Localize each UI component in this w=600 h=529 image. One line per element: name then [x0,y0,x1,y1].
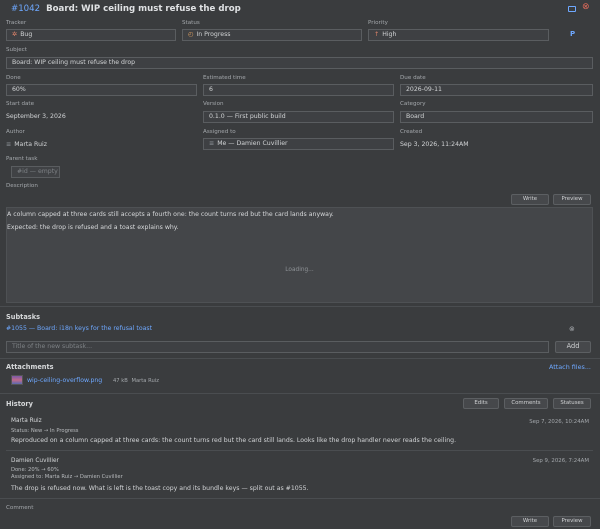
priority-badge[interactable]: P [570,30,575,38]
status-value: In Progress [196,31,231,38]
parent-label: Parent task [6,156,38,162]
history-detail: Assigned to: Marta Ruiz → Damien Cuvilli… [11,474,123,480]
issue-header: #1042 Board: WIP ceiling must refuse the… [11,4,241,14]
history-date: Sep 7, 2026, 10:24AM [529,419,589,425]
history-text: The drop is refused now. What is left is… [11,485,309,492]
subject-input[interactable]: Board: WIP ceiling must refuse the drop [6,57,593,69]
issue-title: Board: WIP ceiling must refuse the drop [46,4,241,14]
issue-id[interactable]: #1042 [11,4,40,14]
tracker-select[interactable]: ✲ Bug [6,29,176,41]
created-label: Created [400,129,423,135]
history-tab-statuses[interactable]: Statuses [553,398,591,409]
remove-subtask-icon[interactable]: ⊗ [569,325,575,333]
start-value[interactable]: September 3, 2026 [6,113,66,120]
subtasks-title: Subtasks [6,313,40,321]
user-icon: ≡ [209,140,215,147]
attachment-thumbnail[interactable] [11,375,23,385]
comment-preview-button[interactable]: Preview [553,516,591,527]
due-input[interactable]: 2026-09-11 [400,84,593,96]
description-preview-button[interactable]: Preview [553,194,591,205]
assigned-value: Me — Damien Cuvillier [217,140,288,147]
version-select[interactable]: 0.1.0 — First public build [203,111,394,123]
add-subtask-button[interactable]: Add [555,341,591,353]
tracker-value: Bug [20,31,33,38]
divider [0,393,600,394]
loading-indicator: Loading... [285,267,314,273]
description-label: Description [6,183,38,189]
description-line-2: Expected: the drop is refused and a toas… [7,224,179,231]
created-value: Sep 3, 2026, 11:24AM [400,141,469,148]
author-name: Marta Ruiz [14,141,47,148]
attachment-name[interactable]: wip-ceiling-overflow.png [27,377,102,384]
description-editor[interactable]: A column capped at three cards still acc… [6,207,593,303]
attachment-meta: 47 kB Marta Ruiz [113,378,159,384]
close-icon[interactable]: ⊗ [582,2,590,12]
priority-select[interactable]: ↑ High [368,29,549,41]
assigned-select[interactable]: ≡ Me — Damien Cuvillier [203,138,394,150]
history-detail: Done: 20% → 60% [11,467,59,473]
attach-files-link[interactable]: Attach files... [549,363,591,371]
done-label: Done [6,75,21,81]
parent-input[interactable]: #id — empty [11,166,60,178]
divider [0,306,600,307]
history-tab-edits[interactable]: Edits [463,398,499,409]
done-input[interactable]: 60% [6,84,197,96]
user-icon: ≡ [6,141,12,148]
due-label: Due date [400,75,426,81]
description-write-button[interactable]: Write [511,194,549,205]
bug-icon: ✲ [12,31,18,38]
estimated-label: Estimated time [203,75,246,81]
history-date: Sep 9, 2026, 7:24AM [532,458,589,464]
subject-label: Subject [6,47,27,53]
priority-label: Priority [368,20,388,26]
author-label: Author [6,129,25,135]
priority-value: High [382,31,397,38]
history-author: Damien Cuvillier [11,458,59,464]
version-label: Version [203,101,224,107]
arrow-up-icon: ↑ [374,31,380,38]
in-progress-icon: ◴ [188,31,194,38]
attachments-title: Attachments [6,363,54,371]
history-text: Reproduced on a column capped at three c… [11,437,457,444]
start-label: Start date [6,101,35,107]
author-value: ≡ Marta Ruiz [6,141,47,148]
description-line-1: A column capped at three cards still acc… [7,211,334,218]
attachment-author: Marta Ruiz [131,378,159,384]
assigned-label: Assigned to [203,129,236,135]
history-author: Marta Ruiz [11,418,42,424]
history-tab-comments[interactable]: Comments [504,398,548,409]
new-subtask-input[interactable]: Title of the new subtask... [6,341,549,353]
divider [0,498,600,499]
history-detail: Status: New → In Progress [11,428,79,434]
tracker-label: Tracker [6,20,27,26]
category-select[interactable]: Board [400,111,593,123]
subtask-item[interactable]: #1055 — Board: i18n keys for the refusal… [6,325,152,332]
category-label: Category [400,101,426,107]
history-title: History [6,400,33,408]
estimated-input[interactable]: 6 [203,84,394,96]
status-label: Status [182,20,200,26]
history-entry [6,413,593,451]
watch-icon[interactable] [568,6,576,12]
comment-label: Comment [6,505,34,511]
divider [0,358,600,359]
status-select[interactable]: ◴ In Progress [182,29,362,41]
attachment-size: 47 kB [113,378,128,384]
comment-write-button[interactable]: Write [511,516,549,527]
